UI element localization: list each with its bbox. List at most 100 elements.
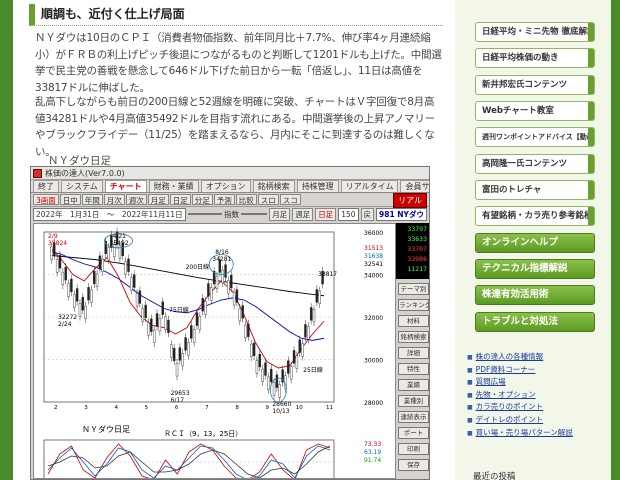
back-button[interactable]: 戻 [360, 207, 375, 221]
sidebar-link-0[interactable]: 株の達人の各種情報 [467, 351, 544, 362]
symbol-field[interactable]: 981 NYダウ [376, 207, 427, 221]
candle-body [138, 290, 142, 304]
candle-body [298, 339, 301, 353]
app-menu-tabs: 終了システムチャート財務・業績オプション銘柄検索持株管理リアルタイム会員サイト [31, 180, 429, 193]
panel-button-1[interactable]: ランキング [398, 299, 429, 311]
candle-body [210, 287, 213, 301]
index-field[interactable] [241, 213, 268, 215]
annotation-2: 4/21 [113, 233, 127, 240]
tab-4[interactable]: オプション [200, 180, 251, 192]
chart-svg: 3600034000320003000028000315133163832541… [43, 227, 383, 479]
toolbar-button-9[interactable]: 比較 [235, 194, 257, 205]
toolbar-button-8[interactable]: 予測 [213, 194, 235, 205]
panel-button-2[interactable]: 材料 [398, 315, 429, 327]
panel-button-8[interactable]: 連続表示 [398, 411, 429, 423]
help-button-3[interactable]: トラブルと対処法 [475, 311, 595, 332]
sidebar-link-6[interactable]: 買い場・売り場パターン解説 [467, 427, 573, 438]
candle-body [224, 264, 227, 278]
sidebar-button-accent [588, 101, 594, 120]
y-tick-label: 34000 [364, 273, 383, 280]
panel-button-5[interactable]: 特性 [398, 363, 429, 375]
candle-body [230, 274, 233, 289]
tab-7[interactable]: リアルタイム [340, 180, 399, 192]
candle-body [101, 258, 105, 273]
annotation-15: 10/13 [272, 408, 289, 415]
candle-body [201, 298, 204, 312]
candle-body [87, 287, 90, 301]
realtime-button[interactable]: リアル [393, 193, 427, 208]
sidebar-link-3[interactable]: 先物・オプション [467, 389, 536, 400]
toolbar-button-2[interactable]: 年間 [81, 194, 103, 205]
toolbar-button-1[interactable]: 日中 [59, 194, 81, 205]
candle-body [207, 283, 210, 297]
toolbar-button-6[interactable]: 日足 [169, 194, 191, 205]
help-button-1[interactable]: テクニカル指標解説 [475, 259, 595, 280]
panel-button-7[interactable]: 業種別 [398, 395, 429, 407]
tab-0[interactable]: 終了 [33, 180, 59, 192]
sidebar-button-7[interactable]: 有望銘柄・カラ売り参考銘柄 [475, 206, 595, 227]
annotation-8: 75日線 [169, 306, 189, 314]
dropdown-field[interactable] [187, 213, 223, 215]
toolbar-button-4[interactable]: 週次 [125, 194, 147, 205]
rci-value-2: 91.74 [364, 457, 381, 464]
sidebar-button-0[interactable]: 日経平均・ミニ先物 徹底解説 [475, 22, 595, 42]
sidebar-button-accent [588, 128, 594, 147]
scale-value-field[interactable]: 150 [338, 207, 359, 221]
candle-body [158, 318, 162, 332]
help-button-0[interactable]: オンラインヘルプ [475, 233, 595, 253]
scale-monthly-button[interactable]: 月足 [269, 207, 291, 221]
toolbar-button-3[interactable]: 月次 [103, 194, 125, 205]
date-range-field[interactable]: 2022年 1月31日 〜 2022年11月11日 [33, 207, 186, 221]
sidebar-button-6[interactable]: 富田のトレチャ [475, 179, 595, 200]
x-tick-label: 5 [145, 405, 149, 411]
scale-weekly-button[interactable]: 週足 [292, 207, 314, 221]
sidebar-link-1[interactable]: PDF資料コーナー [467, 364, 536, 375]
panel-button-6[interactable]: 業績 [398, 379, 429, 391]
tab-5[interactable]: 銘柄検索 [252, 180, 295, 192]
candle-body [58, 255, 62, 269]
candle-body [152, 329, 156, 343]
candle-body [107, 246, 110, 261]
sidebar-link-4[interactable]: カラ売りのポイント [467, 401, 544, 412]
candle-body [81, 297, 85, 311]
toolbar-button-11[interactable]: スコ [279, 194, 301, 205]
toolbar-button-7[interactable]: 分足 [191, 194, 213, 205]
candle-body [272, 382, 276, 396]
app-date-bar: 2022年 1月31日 〜 2022年11月11日 指数 月足 週足 日足 15… [31, 207, 429, 221]
sidebar-button-accent [588, 75, 594, 94]
panel-button-11[interactable]: 保存 [398, 459, 429, 471]
candle-body [255, 360, 259, 374]
panel-button-0[interactable]: テーマ別 [398, 283, 429, 295]
sidebar-button-4[interactable]: 週刊ワンポイントアドバイス【動画】 [475, 127, 595, 148]
candle-body [264, 362, 267, 376]
candle-body [178, 347, 182, 361]
sidebar-link-5[interactable]: デイトレのポイント [467, 414, 544, 425]
tab-1[interactable]: システム [61, 180, 103, 192]
sidebar-button-1[interactable]: 日経平均株価の動き [475, 48, 595, 69]
candle-body [304, 324, 307, 338]
x-tick-label: 4 [114, 405, 118, 411]
tab-2[interactable]: チャート [104, 180, 147, 192]
tab-6[interactable]: 持株管理 [296, 180, 339, 192]
candle-body [55, 259, 59, 273]
sidebar-button-3[interactable]: Webチャート教室 [475, 100, 595, 121]
sidebar-button-5[interactable]: 高岡隆一氏コンテンツ [475, 153, 595, 174]
panel-button-3[interactable]: 銘柄検索 [398, 331, 429, 343]
candle-body [175, 363, 179, 377]
tab-3[interactable]: 財務・業績 [148, 180, 199, 192]
tab-8[interactable]: 会員サイト [400, 180, 429, 192]
scale-daily-button[interactable]: 日足 [315, 207, 337, 221]
panel-button-10[interactable]: 印刷 [398, 443, 429, 455]
sidebar-link-2[interactable]: 質問広場 [467, 376, 506, 387]
toolbar-button-10[interactable]: スロ [257, 194, 279, 205]
candle-body [221, 269, 224, 284]
toolbar-button-0[interactable]: 3画面 [33, 194, 59, 205]
toolbar-button-5[interactable]: 月足 [147, 194, 169, 205]
panel-button-4[interactable]: 詳細 [398, 347, 429, 359]
candle-body [301, 343, 304, 357]
help-button-2[interactable]: 株達有効活用術 [475, 285, 595, 306]
sidebar-button-2[interactable]: 新井邦宏氏コンテンツ [475, 74, 595, 95]
candle-body [195, 312, 199, 326]
panel-button-9[interactable]: ポート [398, 427, 429, 439]
candle-body [147, 322, 150, 336]
